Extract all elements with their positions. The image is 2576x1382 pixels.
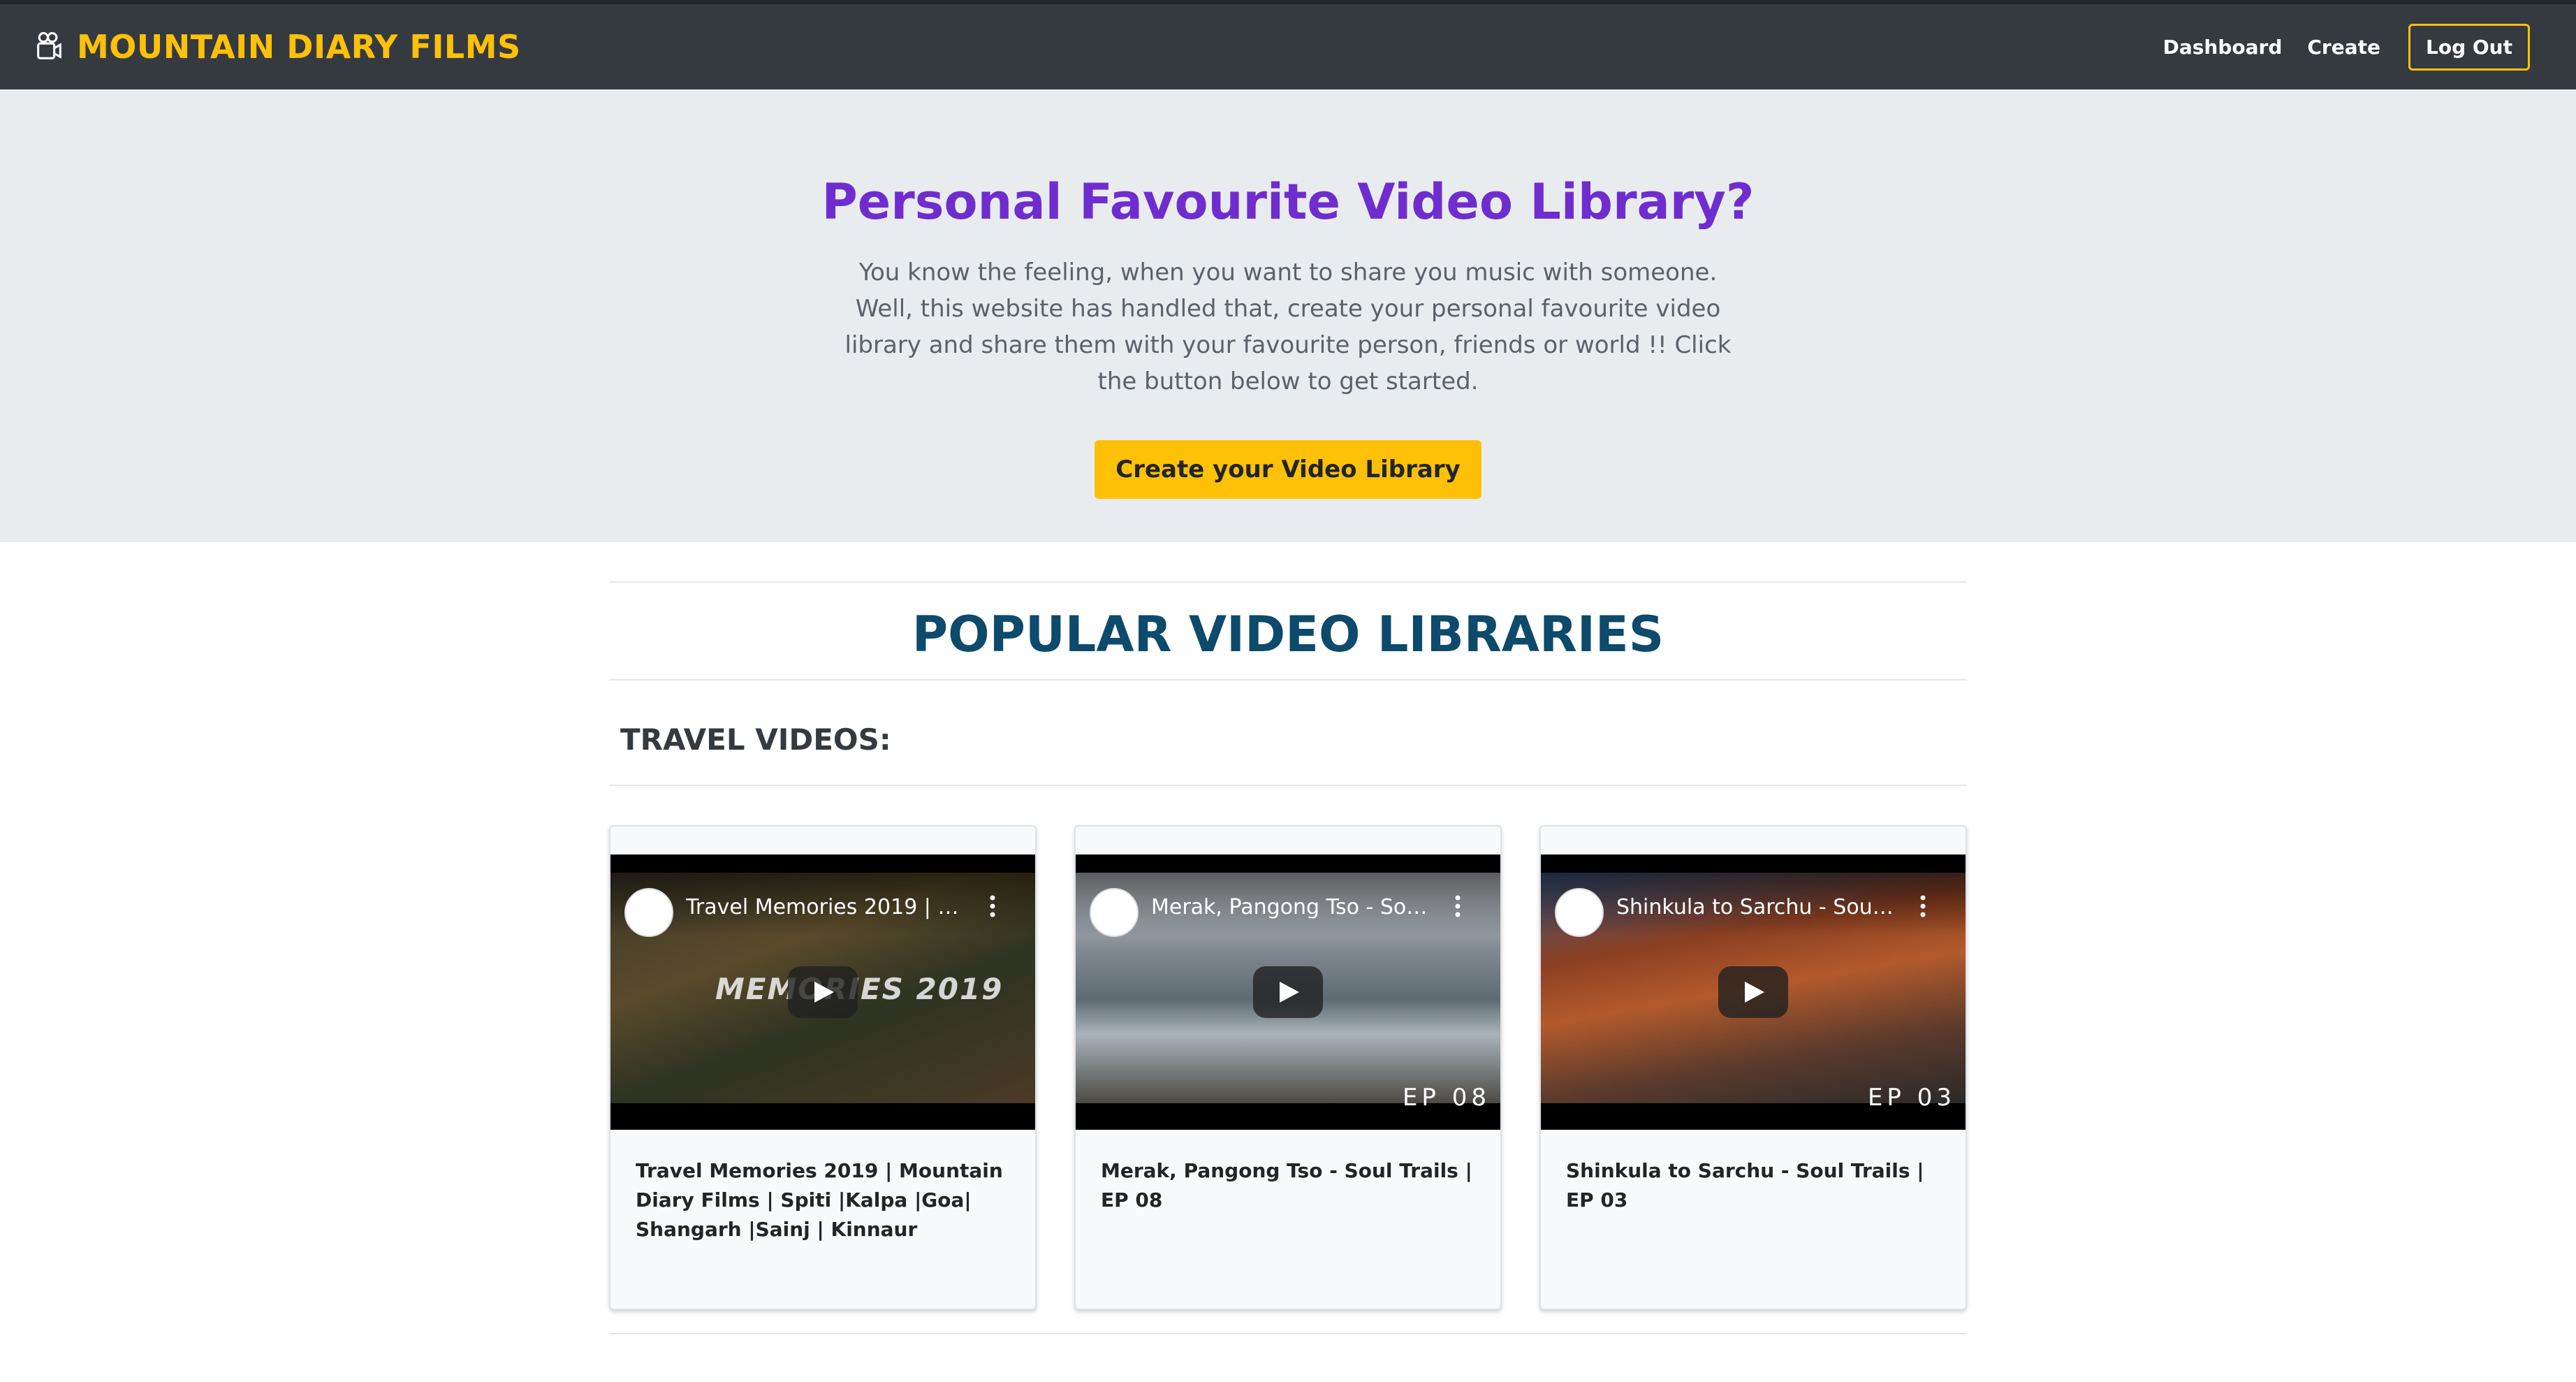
logout-button[interactable]: Log Out — [2408, 23, 2530, 71]
card-body: Merak, Pangong Tso - Soul Trails | EP 08 — [1076, 1130, 1500, 1242]
video-card: Shinkula to Sarchu - Soul T... EP 03 Shi… — [1539, 825, 1967, 1310]
navbar: MOUNTAIN DIARY FILMS Dashboard Create Lo… — [0, 4, 2576, 89]
thumbnail-overlay-text: MEMORIES 2019 — [715, 972, 1004, 1006]
hero-description: You know the feeling, when you want to s… — [844, 259, 1732, 395]
episode-badge: EP 08 — [1402, 1084, 1491, 1112]
popular-libraries: POPULAR VIDEO LIBRARIES TRAVEL VIDEOS: M… — [609, 542, 1967, 1310]
play-button[interactable] — [1253, 966, 1323, 1018]
play-button[interactable] — [1718, 966, 1788, 1018]
video-card: MEMORIES 2019 Travel Memories 2019 | M..… — [609, 825, 1037, 1310]
video-embed[interactable]: Merak, Pangong Tso - Soul... EP 08 — [1076, 854, 1500, 1130]
nav-links: Dashboard Create Log Out — [2163, 23, 2530, 71]
video-cards: MEMORIES 2019 Travel Memories 2019 | M..… — [609, 786, 1967, 1310]
create-library-button[interactable]: Create your Video Library — [1095, 440, 1481, 499]
card-header — [610, 827, 1035, 854]
card-body: Shinkula to Sarchu - Soul Trails | EP 03 — [1541, 1130, 1966, 1242]
divider — [609, 1333, 1967, 1334]
card-body: Travel Memories 2019 | Mountain Diary Fi… — [610, 1130, 1035, 1271]
video-embed[interactable]: MEMORIES 2019 Travel Memories 2019 | M..… — [610, 854, 1035, 1130]
hero-section: Personal Favourite Video Library? You kn… — [0, 89, 2576, 542]
bottom-divider-wrap — [609, 1333, 1967, 1334]
play-icon — [1280, 982, 1299, 1003]
more-options-icon[interactable] — [989, 892, 996, 920]
video-card: Merak, Pangong Tso - Soul... EP 08 Merak… — [1074, 825, 1502, 1310]
card-header — [1076, 827, 1500, 854]
video-title[interactable]: Merak, Pangong Tso - Soul... — [1151, 895, 1430, 919]
video-title[interactable]: Shinkula to Sarchu - Soul T... — [1616, 895, 1896, 919]
video-embed[interactable]: Shinkula to Sarchu - Soul T... EP 03 — [1541, 854, 1966, 1130]
play-icon — [814, 982, 834, 1003]
nav-dashboard-link[interactable]: Dashboard — [2163, 36, 2283, 59]
episode-badge: EP 03 — [1867, 1084, 1956, 1112]
channel-avatar[interactable] — [1090, 888, 1139, 937]
card-title: Merak, Pangong Tso - Soul Trails | EP 08 — [1101, 1159, 1472, 1212]
more-options-icon[interactable] — [1919, 892, 1926, 920]
video-title[interactable]: Travel Memories 2019 | M... — [686, 895, 965, 919]
card-header — [1541, 827, 1966, 854]
channel-avatar[interactable] — [1555, 888, 1604, 937]
brand-title: MOUNTAIN DIARY FILMS — [77, 28, 521, 66]
film-camera-icon — [37, 31, 61, 59]
category-title: TRAVEL VIDEOS: — [620, 722, 891, 757]
channel-avatar[interactable] — [624, 888, 673, 937]
play-button[interactable] — [788, 966, 858, 1018]
play-icon — [1745, 982, 1764, 1003]
section-title: POPULAR VIDEO LIBRARIES — [912, 606, 1664, 663]
nav-create-link[interactable]: Create — [2307, 36, 2380, 59]
card-title: Travel Memories 2019 | Mountain Diary Fi… — [636, 1159, 1003, 1241]
hero-title: Personal Favourite Video Library? — [821, 173, 1755, 231]
card-title: Shinkula to Sarchu - Soul Trails | EP 03 — [1566, 1159, 1924, 1212]
brand[interactable]: MOUNTAIN DIARY FILMS — [35, 28, 521, 66]
more-options-icon[interactable] — [1454, 892, 1461, 920]
